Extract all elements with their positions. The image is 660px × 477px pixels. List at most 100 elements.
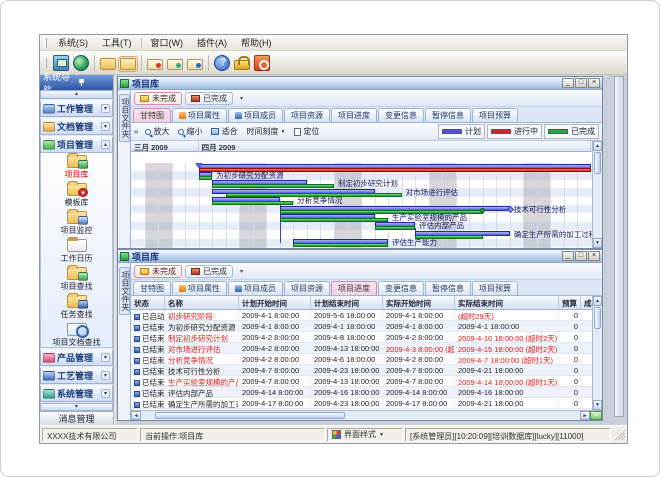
sidebar-item-项目查找[interactable]: 项目查找 [41,267,112,292]
folder-closed-icon[interactable] [100,58,116,70]
column-header-成[interactable]: 成 [581,296,592,309]
vertical-tab-project-folder[interactable]: 项目文件夹 [118,263,131,420]
scroll-thumb[interactable] [594,307,601,329]
scroll-thumb[interactable] [594,152,601,174]
globe-icon[interactable] [73,55,89,71]
sidebar-item-项目监控[interactable]: 项目监控 [41,211,112,236]
table-row[interactable]: 已结束制定初步研究计划2009-4-2 8:00:002009-4-8 18:0… [131,332,592,343]
sidebar-section-2[interactable]: 项目管理▴ [40,136,113,153]
menu-item-2[interactable]: 窗口(W) [144,35,191,50]
tab-项目预算[interactable]: 项目预算 [472,281,518,295]
tab-项目属性[interactable]: 项目属性 [172,281,227,295]
column-header-实际开始时间[interactable]: 实际开始时间 [383,296,455,309]
vertical-tab-project-folder[interactable]: 项目文件夹 [118,90,131,248]
scroll-down-icon[interactable]: ▼ [593,400,602,410]
toolbar-grip[interactable] [44,58,47,68]
exit-icon[interactable] [254,55,270,71]
menu-item-3[interactable]: 插件(A) [190,35,234,50]
table-header-row[interactable]: 状态名称计划开始时间计划结束时间实际开始时间实际结束时间预算成 [131,296,592,310]
table-row[interactable]: 已启动初步研究阶段2009-4-1 8:00:002009-5-6 18:00:… [131,310,592,321]
sidebar-section-1[interactable]: 文档管理▾ [40,118,113,135]
sidebar-section-3[interactable]: 产品管理▾ [40,349,113,366]
expand-icon[interactable]: ▾ [101,122,110,131]
menu-item-4[interactable]: 帮助(H) [234,35,279,50]
tab-项目预算[interactable]: 项目预算 [472,108,518,122]
tab-项目属性[interactable]: 项目属性 [172,108,227,122]
column-header-计划结束时间[interactable]: 计划结束时间 [311,296,383,309]
sidebar-item-项目文档查找[interactable]: 项目文档查找 [41,323,112,348]
task-bar-complete[interactable] [375,226,416,230]
minimize-button[interactable]: _ [562,251,574,261]
sidebar-overflow-button[interactable]: ▾ [40,403,113,411]
sidebar-item-任务查找[interactable]: 任务查找 [41,295,112,320]
task-bar-complete[interactable] [293,243,388,247]
sidebar-item-工作日历[interactable]: 工作日历 [41,239,112,264]
zoom-out-button[interactable]: 缩小 [174,125,206,138]
tab-项目进度[interactable]: 项目进度 [331,108,377,122]
expand-icon[interactable]: ▾ [101,353,110,362]
child-titlebar[interactable]: 项目库 _ □ × [118,77,602,90]
maximize-button[interactable]: □ [575,78,587,88]
tab-项目成员[interactable]: 项目成员 [228,281,283,295]
locate-button[interactable]: 定位 [290,125,323,138]
monitor-icon[interactable] [53,55,69,71]
expand-icon[interactable]: ▾ [101,104,110,113]
pin-icon[interactable] [77,79,111,86]
filter-overflow-icon[interactable]: ▾ [240,95,243,102]
column-header-预算[interactable]: 预算 [559,296,581,309]
sidebar-section-5[interactable]: 系统管理▾ [40,385,113,402]
minimize-button[interactable]: _ [562,78,574,88]
table-row[interactable]: 已结束确定生产所需的加工过程2009-4-17 8:00:002009-4-23… [131,398,592,409]
table-row[interactable]: 已结束技术可行性分析2009-4-7 8:00:002009-4-23 18:0… [131,365,592,376]
child-titlebar[interactable]: 项目库 _ □ × [118,250,602,263]
scroll-thumb[interactable] [155,412,345,419]
scroll-up-icon[interactable]: ▲ [593,141,602,151]
table-horizontal-scrollbar[interactable]: ◄ ► » [131,410,602,420]
scroll-up-icon[interactable]: ▲ [593,296,602,306]
sidebar-section-0[interactable]: 工作管理▾ [40,100,113,117]
table-row[interactable]: 已结束分析竞争情况2009-4-2 8:00:002009-4-6 18:00:… [131,354,592,365]
docked-panel-strip[interactable] [614,76,624,417]
table-row[interactable]: 已结束对市场进行评估2009-4-2 8:00:002009-4-13 18:0… [131,343,592,354]
menu-item-1[interactable]: 工具(T) [95,35,139,50]
help-icon[interactable] [214,55,230,71]
sidebar-section-4[interactable]: 工艺管理▾ [40,367,113,384]
table-row[interactable]: 已结束评估内部产品2009-4-14 8:00:002009-4-16 18:0… [131,387,592,398]
tab-项目成员[interactable]: 项目成员 [228,108,283,122]
expand-icon[interactable]: ▾ [101,389,110,398]
folder-open-icon[interactable] [120,58,136,70]
table-row[interactable]: 已结束生产实验室规模的产品2009-4-7 8:00:002009-4-13 1… [131,376,592,387]
sidebar-item-模板库[interactable]: 模板库 [41,183,112,208]
sidebar-item-项目库[interactable]: 项目库 [41,155,112,180]
tab-甘特图[interactable]: 甘特图 [133,108,171,122]
expand-icon[interactable]: ▾ [101,371,110,380]
mail-receive-icon[interactable] [167,59,183,70]
filter-tab-未完成[interactable]: 未完成 [134,265,182,278]
maximize-button[interactable]: □ [575,251,587,261]
tab-暂停信息[interactable]: 暂停信息 [425,281,471,295]
mail-manage-icon[interactable] [187,59,203,70]
close-button[interactable]: × [588,78,600,88]
tab-暂停信息[interactable]: 暂停信息 [425,108,471,122]
tab-变更信息[interactable]: 变更信息 [378,281,424,295]
sidebar-tab-messages[interactable]: 消息管理 [40,411,113,425]
menu-grip[interactable] [44,38,47,48]
tab-项目资源[interactable]: 项目资源 [284,108,330,122]
mail-send-icon[interactable] [147,59,163,70]
resize-grip[interactable] [615,430,625,440]
lock-icon[interactable] [234,60,250,70]
tab-项目进度[interactable]: 项目进度 [331,281,377,295]
zoom-in-button[interactable]: 放大 [141,125,173,138]
scroll-jump-icon[interactable]: » [590,411,602,420]
scroll-right-icon[interactable]: ► [580,411,590,420]
close-button[interactable]: × [588,251,600,261]
toolbar-overflow-icon[interactable]: » [134,127,138,136]
interface-style-button[interactable]: 界面样式 ▼ [327,428,403,442]
column-header-状态[interactable]: 状态 [131,296,165,309]
column-header-计划开始时间[interactable]: 计划开始时间 [239,296,311,309]
task-bar-complete[interactable] [280,218,388,222]
sidebar-collapse-button[interactable]: ▴ [40,90,113,99]
menu-item-0[interactable]: 系统(S) [51,35,95,50]
table-vertical-scrollbar[interactable]: ▲ ▼ [592,296,602,410]
timescale-button[interactable]: 时间刻度▼ [242,125,289,138]
